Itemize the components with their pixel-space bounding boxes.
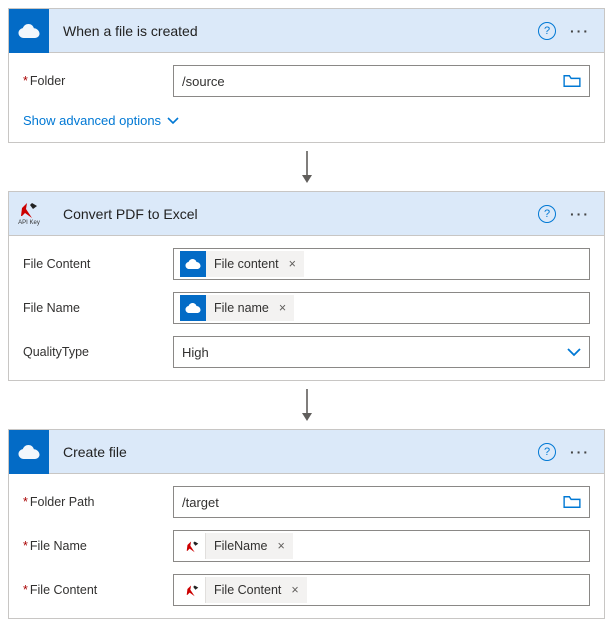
folder-field[interactable] [173, 65, 590, 97]
file-name-field[interactable]: File name × [173, 292, 590, 324]
chip-label: File Content [214, 583, 281, 597]
file-name-field[interactable]: FileName × [173, 530, 590, 562]
chip-label: FileName [214, 539, 268, 553]
folder-path-label: Folder Path [23, 495, 173, 509]
flow-arrow [8, 381, 605, 429]
help-icon[interactable]: ? [538, 205, 556, 223]
onedrive-icon [180, 251, 206, 277]
flow-arrow [8, 143, 605, 191]
chip-remove-icon[interactable]: × [277, 301, 286, 315]
step2-body: File Content File content × File Name [9, 236, 604, 380]
folder-path-input[interactable] [180, 494, 555, 511]
show-advanced-options-link[interactable]: Show advanced options [23, 109, 179, 130]
step1-body: Folder Show advanced options [9, 53, 604, 142]
help-icon[interactable]: ? [538, 22, 556, 40]
api-key-icon [180, 533, 206, 559]
chevron-down-icon [167, 117, 179, 125]
step2-header[interactable]: API Key Convert PDF to Excel ? ··· [9, 192, 604, 236]
api-key-icon: API Key [9, 192, 49, 236]
more-menu-icon[interactable]: ··· [564, 206, 596, 222]
file-name-label: File Name [23, 301, 173, 315]
folder-picker-icon[interactable] [561, 74, 583, 88]
folder-picker-icon[interactable] [561, 495, 583, 509]
advanced-options-label: Show advanced options [23, 113, 161, 128]
chip-label: File name [214, 301, 269, 315]
folder-path-field[interactable] [173, 486, 590, 518]
file-content-field[interactable]: File content × [173, 248, 590, 280]
chip-remove-icon[interactable]: × [276, 539, 285, 553]
file-content-chip[interactable]: File Content × [180, 577, 307, 603]
api-key-icon [180, 577, 206, 603]
file-name-chip[interactable]: File name × [180, 295, 294, 321]
help-icon[interactable]: ? [538, 443, 556, 461]
file-name-chip[interactable]: FileName × [180, 533, 293, 559]
file-content-label: File Content [23, 257, 173, 271]
step2-title: Convert PDF to Excel [49, 206, 538, 222]
more-menu-icon[interactable]: ··· [564, 444, 596, 460]
chip-label: File content [214, 257, 279, 271]
onedrive-icon [9, 9, 49, 53]
chevron-down-icon [567, 348, 581, 357]
file-name-label: File Name [23, 539, 173, 553]
quality-type-dropdown[interactable]: High [173, 336, 590, 368]
step1-title: When a file is created [49, 23, 538, 39]
step-create-file: Create file ? ··· Folder Path File Name … [8, 429, 605, 619]
step-when-file-created: When a file is created ? ··· Folder Show… [8, 8, 605, 143]
file-content-field[interactable]: File Content × [173, 574, 590, 606]
chip-remove-icon[interactable]: × [287, 257, 296, 271]
api-key-caption: API Key [18, 220, 40, 226]
quality-type-label: QualityType [23, 345, 173, 359]
step1-header[interactable]: When a file is created ? ··· [9, 9, 604, 53]
chip-remove-icon[interactable]: × [289, 583, 298, 597]
folder-input[interactable] [180, 73, 555, 90]
more-menu-icon[interactable]: ··· [564, 23, 596, 39]
file-content-label: File Content [23, 583, 173, 597]
file-content-chip[interactable]: File content × [180, 251, 304, 277]
folder-label: Folder [23, 74, 173, 88]
onedrive-icon [9, 430, 49, 474]
step-convert-pdf-to-excel: API Key Convert PDF to Excel ? ··· File … [8, 191, 605, 381]
step3-header[interactable]: Create file ? ··· [9, 430, 604, 474]
onedrive-icon [180, 295, 206, 321]
step3-body: Folder Path File Name FileName × [9, 474, 604, 618]
step3-title: Create file [49, 444, 538, 460]
quality-type-value: High [182, 345, 209, 360]
